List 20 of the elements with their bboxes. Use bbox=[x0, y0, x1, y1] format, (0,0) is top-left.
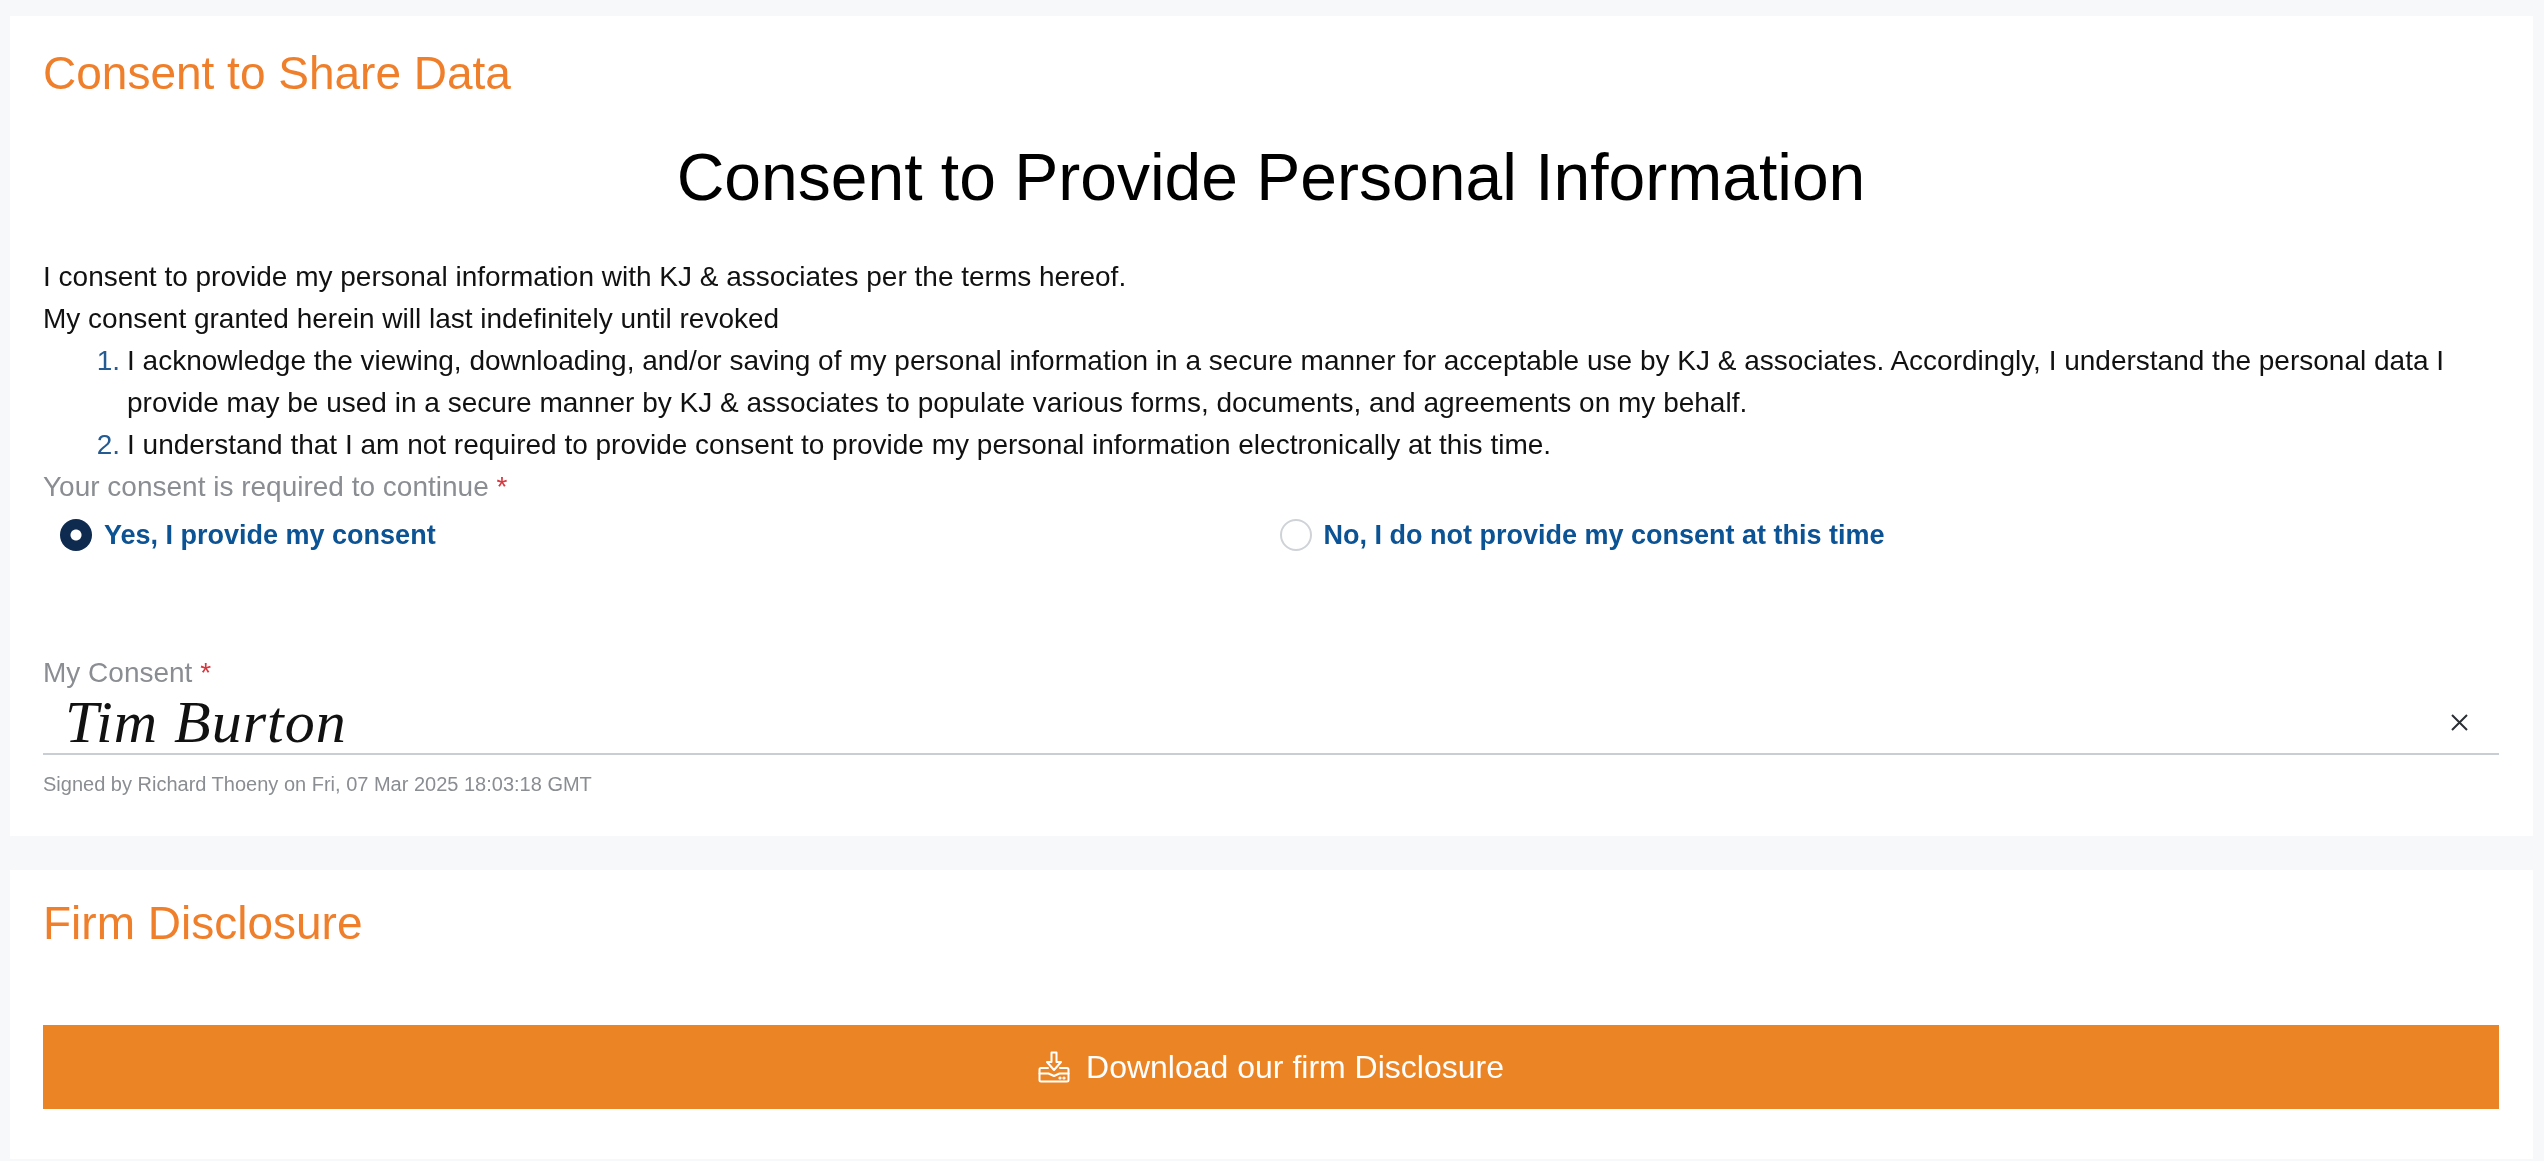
radio-option[interactable]: No, I do not provide my consent at this time bbox=[1279, 514, 1885, 556]
signature-text: Tim Burton bbox=[64, 691, 347, 753]
term-text: I understand that I am not required to provide consent to provide my personal information electronically at this time. bbox=[127, 428, 1552, 462]
field-label: Your consent is required to continue * bbox=[43, 470, 509, 504]
field-label: My Consent * bbox=[43, 656, 213, 690]
close-icon[interactable] bbox=[2451, 713, 2468, 731]
section-title: Consent to Share Data bbox=[43, 46, 511, 101]
consent-text: I consent to provide my personal information with KJ & associates per the terms hereof. bbox=[43, 260, 1128, 294]
radio-icon[interactable] bbox=[60, 519, 92, 551]
download-icon bbox=[1038, 1051, 1071, 1083]
radio-icon[interactable] bbox=[1279, 519, 1312, 551]
consent-text: My consent granted herein will last indefinitely until revoked bbox=[43, 302, 781, 336]
radio-option[interactable]: Yes, I provide my consent bbox=[60, 514, 436, 556]
list-number: 2. bbox=[95, 428, 121, 462]
term-text: I acknowledge the viewing, downloading, and/or saving of my personal information in a secure manner for acceptable use by KJ & associates. Accordingly, I understand the personal data I provide may be used in a secure manner by KJ & associates to populate various forms, documents, and agreements on my behalf. bbox=[127, 344, 2446, 420]
list-number: 1. bbox=[95, 344, 121, 378]
section-title: Firm Disclosure bbox=[43, 896, 363, 951]
signed-note: Signed by Richard Thoeny on Fri, 07 Mar 2025 18:03:18 GMT bbox=[43, 772, 593, 797]
document-heading: Consent to Provide Personal Information bbox=[675, 139, 1867, 216]
signature-field[interactable]: Tim Burton bbox=[43, 691, 2499, 755]
